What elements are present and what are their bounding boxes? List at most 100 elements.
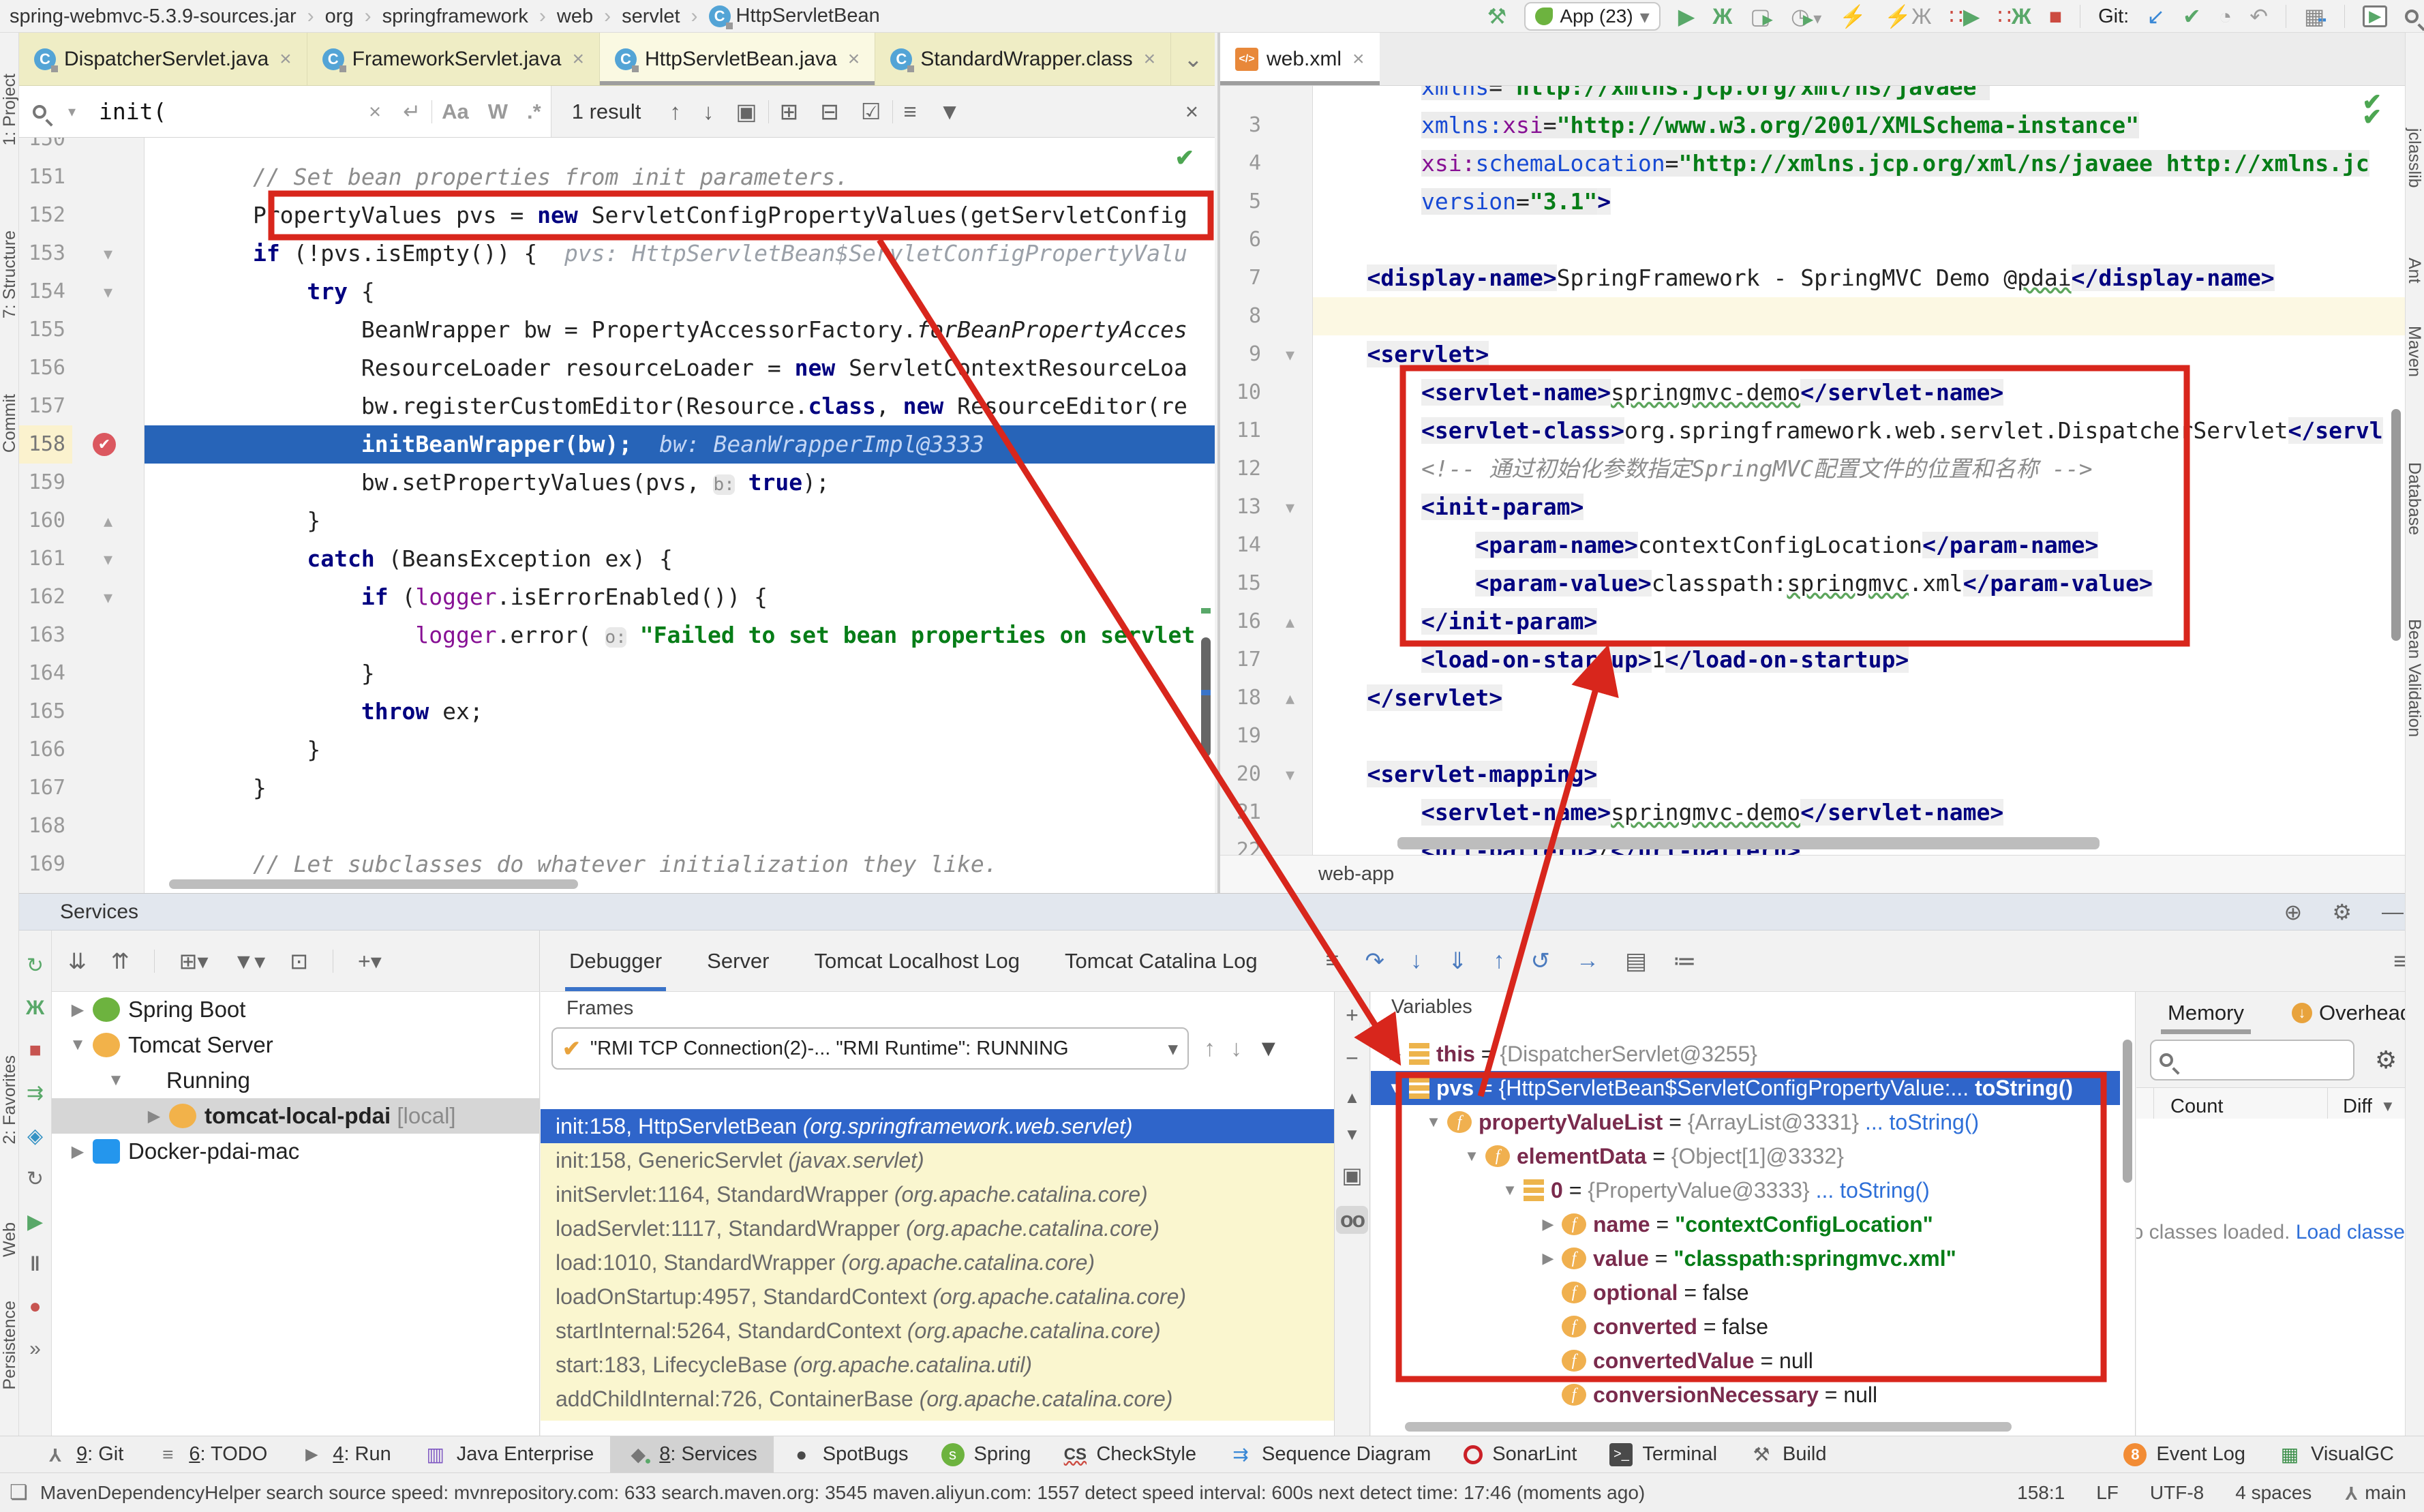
gear-icon[interactable]: ⚙	[2375, 1046, 2397, 1074]
gutter[interactable]	[72, 731, 145, 769]
search-options-icon[interactable]: ≡	[904, 99, 917, 125]
line-number[interactable]: 18	[1220, 679, 1268, 717]
breadcrumb-item[interactable]: springframework	[382, 5, 557, 28]
gutter[interactable]	[1268, 374, 1313, 412]
gutter[interactable]	[1268, 526, 1313, 564]
gutter[interactable]	[1268, 603, 1313, 641]
code-line[interactable]: 151 // Set bean properties from init par…	[19, 158, 1215, 196]
status-widget[interactable]: LF	[2096, 1482, 2119, 1504]
minimize-icon[interactable]: —	[2382, 899, 2404, 925]
expand-arrow-icon[interactable]: ▶	[1534, 1250, 1562, 1267]
code-line[interactable]: 19	[1220, 717, 2405, 755]
tool-window-button[interactable]: Terminal	[1593, 1436, 1733, 1472]
gutter[interactable]	[1268, 335, 1313, 374]
gutter[interactable]	[1268, 106, 1313, 145]
newline-icon[interactable]: ↵	[403, 100, 421, 124]
debugger-tab[interactable]: Tomcat Localhost Log	[810, 931, 1024, 991]
tool-window-button[interactable]: Sequence Diagram	[1213, 1436, 1447, 1472]
breadcrumb-item[interactable]: servlet	[622, 5, 708, 28]
remove-occurrence-icon[interactable]: ⊟	[820, 98, 839, 125]
line-number[interactable]: 5	[1220, 183, 1268, 221]
line-number[interactable]: 6	[1220, 221, 1268, 259]
tool-window-button[interactable]: SpotBugs	[774, 1436, 925, 1472]
code-line[interactable]: 158 initBeanWrapper(bw); bw: BeanWrapper…	[19, 425, 1215, 464]
variable-row[interactable]: conversionNecessary = null	[1371, 1378, 2120, 1412]
tool-window-stripe-button[interactable]: 1: Project	[0, 74, 20, 146]
thread-selector[interactable]: ✔ "RMI TCP Connection(2)-... "RMI Runtim…	[551, 1027, 1189, 1070]
edit-config-icon[interactable]: ◈	[27, 1124, 43, 1148]
code-line[interactable]: 152 PropertyValues pvs = new ServletConf…	[19, 196, 1215, 235]
lightning-debug-icon[interactable]: ⚡Ж	[1884, 3, 1931, 29]
expand-arrow-icon[interactable]: ▼	[63, 1035, 93, 1055]
line-number[interactable]: 8	[1220, 297, 1268, 335]
expand-arrow-icon[interactable]: ▼	[1382, 1079, 1409, 1097]
more-icon[interactable]: »	[29, 1337, 41, 1361]
run-anything-icon[interactable]: ▶	[2363, 5, 2387, 27]
status-widget[interactable]: UTF-8	[2150, 1482, 2204, 1504]
deploy-icon[interactable]: ⇉	[27, 1081, 44, 1105]
line-number[interactable]: 150	[19, 138, 72, 158]
line-number[interactable]: 155	[19, 311, 72, 349]
variable-row[interactable]: optional = false	[1371, 1275, 2120, 1310]
search-input[interactable]: init(	[99, 98, 358, 125]
editor-tab[interactable]: C FrameworkServlet.java ×	[307, 33, 600, 85]
rerun-profile-icon[interactable]: ∷▶	[1950, 3, 1980, 29]
git-update-icon[interactable]: ↙	[2147, 3, 2165, 29]
close-find-icon[interactable]: ×	[1185, 99, 1198, 125]
hscrollbar-thumb[interactable]	[1405, 1422, 2012, 1432]
stop-icon[interactable]: ■	[29, 1039, 41, 1062]
show-watches-icon[interactable]: oo	[1336, 1206, 1368, 1234]
gutter[interactable]	[72, 425, 145, 464]
line-number[interactable]: 20	[1220, 755, 1268, 793]
gutter[interactable]	[1268, 641, 1313, 679]
expand-arrow-icon[interactable]: ▼	[1496, 1181, 1524, 1199]
gutter[interactable]	[72, 616, 145, 654]
previous-occurrence-icon[interactable]: ↑	[669, 99, 681, 125]
refresh-icon[interactable]: ↻	[27, 1167, 44, 1191]
tool-window-button[interactable]: SonarLint	[1447, 1436, 1593, 1472]
code-line[interactable]: 163 logger.error( o: "Failed to set bean…	[19, 616, 1215, 654]
frame-row[interactable]: initServlet:1164, StandardWrapper (org.a…	[541, 1177, 1334, 1211]
gutter[interactable]	[72, 578, 145, 616]
expand-arrow-icon[interactable]: ▼	[101, 1071, 131, 1090]
add-frame-icon[interactable]: ⊡	[290, 948, 308, 974]
gutter[interactable]	[72, 693, 145, 731]
hscrollbar-thumb[interactable]	[169, 879, 578, 889]
hide-frames-filter-icon[interactable]: ▼	[1257, 1035, 1280, 1062]
step-out-icon[interactable]: ↑	[1494, 948, 1505, 974]
close-icon[interactable]: ×	[279, 48, 292, 71]
code-line[interactable]: 169 // Let subclasses do whatever initia…	[19, 845, 1215, 883]
gutter[interactable]	[1268, 86, 1313, 106]
tab-overhead[interactable]: ↓ Overhead	[2292, 992, 2412, 1034]
expand-arrow-icon[interactable]: ▶	[63, 1000, 93, 1020]
line-number[interactable]: 160	[19, 502, 72, 540]
code-line[interactable]: 15 <param-value>classpath:springmvc.xml<…	[1220, 564, 2405, 603]
breadcrumb-item[interactable]: web-app	[1318, 863, 1394, 886]
close-icon[interactable]: ×	[1352, 48, 1365, 71]
tool-window-stripe-button[interactable]: Commit	[0, 394, 20, 453]
line-number[interactable]: 161	[19, 540, 72, 578]
frame-row[interactable]: init:158, GenericServlet (javax.servlet)	[541, 1143, 1334, 1177]
line-number[interactable]: 7	[1220, 259, 1268, 297]
line-number[interactable]: 10	[1220, 374, 1268, 412]
line-number[interactable]: 170	[19, 883, 72, 893]
line-number[interactable]	[1220, 86, 1268, 106]
debugger-tab[interactable]: Debugger	[565, 931, 666, 991]
frame-row[interactable]: addChild:733, ContainerBase (org.apache.…	[541, 1416, 1334, 1421]
expand-arrow-icon[interactable]: ▶	[1534, 1215, 1562, 1233]
gutter[interactable]	[1268, 564, 1313, 603]
breadcrumb-item[interactable]: web	[557, 5, 622, 28]
expand-arrow-icon[interactable]: ▼	[1420, 1113, 1447, 1131]
select-all-occurrences-icon[interactable]: ▣	[736, 98, 757, 125]
profiler-button[interactable]: ◷▶▾	[1791, 3, 1821, 29]
gutter[interactable]	[1268, 755, 1313, 793]
gutter[interactable]	[1268, 832, 1313, 855]
match-case-toggle[interactable]: Aa	[442, 100, 469, 124]
line-number[interactable]: 11	[1220, 412, 1268, 450]
view-options-icon[interactable]: ≔	[1673, 948, 1696, 975]
search-everywhere-icon[interactable]	[2405, 10, 2419, 23]
move-down-icon[interactable]: ▼	[1344, 1125, 1361, 1145]
variable-row[interactable]: ▶ name = "contextConfigLocation"	[1371, 1207, 2120, 1241]
gutter[interactable]	[1268, 679, 1313, 717]
line-number[interactable]: 3	[1220, 106, 1268, 145]
